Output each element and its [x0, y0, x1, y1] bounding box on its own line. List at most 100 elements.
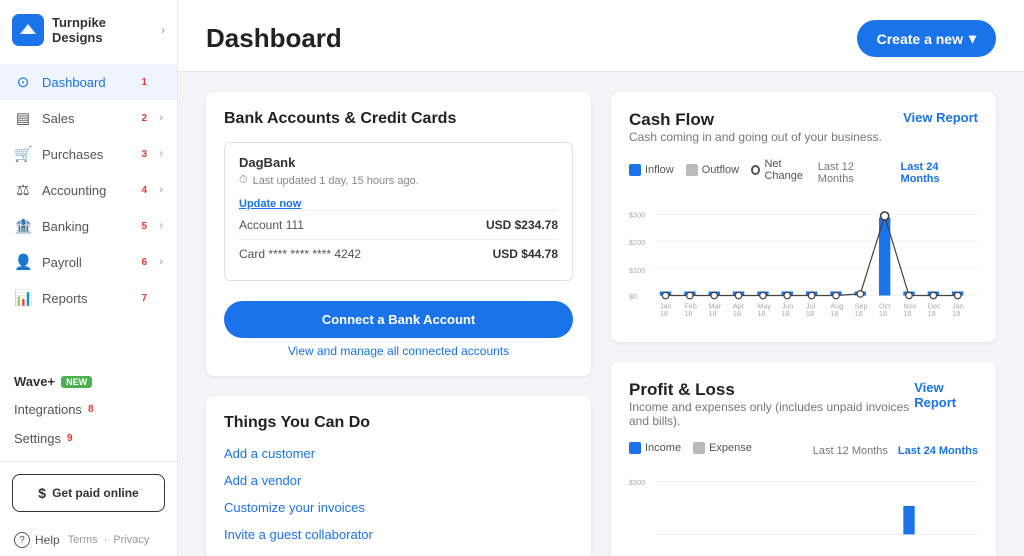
reports-icon: 📊 — [14, 289, 32, 307]
pl-12months[interactable]: Last 12 Months — [813, 445, 888, 457]
bank-name: DagBank — [239, 155, 558, 170]
pl-header: Profit & Loss Income and expenses only (… — [629, 380, 978, 436]
x-aug18-yr: 18 — [830, 309, 838, 318]
bank-accounts-title: Bank Accounts & Credit Cards — [224, 110, 573, 128]
sidebar-num-payroll: 6 — [141, 257, 147, 268]
dot-jun18 — [784, 292, 790, 298]
x-jan18-yr: 18 — [660, 309, 668, 318]
new-badge: NEW — [61, 376, 92, 388]
sales-icon: ▤ — [14, 109, 32, 127]
pl-view-report[interactable]: View Report — [914, 380, 978, 410]
things-title: Things You Can Do — [224, 414, 573, 432]
payroll-icon: 👤 — [14, 253, 32, 271]
get-paid-label: Get paid online — [52, 486, 139, 500]
brand-name: Turnpike Designs — [52, 15, 153, 45]
x-apr18-yr: 18 — [733, 309, 741, 318]
sidebar-num-reports: 7 — [141, 293, 147, 304]
cashflow-12months[interactable]: Last 12 Months — [818, 161, 891, 185]
sidebar-label-sales: Sales — [42, 111, 149, 126]
x-dec18-yr: 18 — [928, 309, 936, 318]
sidebar-item-settings[interactable]: Settings 9 — [14, 424, 163, 453]
bank-accounts-card: Bank Accounts & Credit Cards DagBank ⏱ L… — [206, 92, 591, 376]
manage-accounts-link[interactable]: View and manage all connected accounts — [224, 344, 573, 358]
main-content-area: Dashboard Create a new ▾ Bank Accounts &… — [178, 0, 1024, 556]
sidebar-item-payroll[interactable]: 👤 Payroll 6 › — [0, 244, 177, 280]
sidebar-num-purchases: 3 — [141, 149, 147, 160]
wave-plus-item[interactable]: Wave+ NEW — [14, 368, 163, 395]
sidebar-item-dashboard[interactable]: ⊙ Dashboard 1 — [0, 64, 177, 100]
x-mar18-yr: 18 — [709, 309, 717, 318]
footer-dot: · — [104, 534, 108, 546]
dot-oct18 — [881, 212, 889, 220]
invite-collaborator-link[interactable]: Invite a guest collaborator — [224, 527, 573, 542]
connect-bank-button[interactable]: Connect a Bank Account — [224, 301, 573, 338]
accounting-chevron-icon: › — [159, 184, 163, 196]
terms-link[interactable]: Terms — [68, 534, 98, 546]
page-title: Dashboard — [206, 23, 342, 54]
pl-time-options: Last 12 Months Last 24 Months — [813, 445, 978, 457]
privacy-link[interactable]: Privacy — [113, 534, 149, 546]
pl-y-300: $300 — [629, 478, 645, 487]
sidebar-num-banking: 5 — [141, 221, 147, 232]
dot-feb18 — [687, 292, 693, 298]
cashflow-view-report[interactable]: View Report — [903, 110, 978, 125]
add-customer-link[interactable]: Add a customer — [224, 446, 573, 461]
brand-logo-area[interactable]: Turnpike Designs › — [0, 0, 177, 60]
sidebar-item-accounting[interactable]: ⚖ Accounting 4 › — [0, 172, 177, 208]
pl-24months[interactable]: Last 24 Months — [898, 445, 978, 457]
sidebar-footer: ? Help Terms · Privacy — [0, 524, 177, 556]
add-vendor-link[interactable]: Add a vendor — [224, 473, 573, 488]
sidebar-nav: ⊙ Dashboard 1 ▤ Sales 2 › 🛒 Purchases 3 … — [0, 60, 177, 360]
cashflow-header: Cash Flow Cash coming in and going out o… — [629, 110, 978, 152]
settings-num: 9 — [67, 433, 73, 444]
bank-entry-dagbank: DagBank ⏱ Last updated 1 day, 15 hours a… — [224, 142, 573, 281]
update-now-link[interactable]: Update now — [239, 198, 301, 210]
last-updated-text: Last updated 1 day, 15 hours ago. — [253, 175, 419, 187]
income-legend: Income — [629, 442, 681, 454]
card-4242-amount: USD $44.78 — [493, 247, 558, 261]
cashflow-24months[interactable]: Last 24 Months — [901, 161, 978, 185]
net-change-legend: Net Change — [751, 158, 818, 182]
connect-bank-label: Connect a Bank Account — [322, 312, 475, 327]
x-jul18-yr: 18 — [806, 309, 814, 318]
dot-apr18 — [735, 292, 741, 298]
left-column: Bank Accounts & Credit Cards DagBank ⏱ L… — [206, 92, 591, 556]
create-new-button[interactable]: Create a new ▾ — [857, 20, 996, 57]
expense-legend: Expense — [693, 442, 752, 454]
brand-icon — [12, 14, 44, 46]
x-nov18-yr: 18 — [903, 309, 911, 318]
inflow-dot — [629, 164, 641, 176]
card-4242-row: Card **** **** **** 4242 USD $44.78 — [239, 239, 558, 268]
sidebar-item-integrations[interactable]: Integrations 8 — [14, 395, 163, 424]
pl-svg: $300 — [629, 466, 978, 546]
dot-mar18 — [711, 292, 717, 298]
pl-legend: Income Expense — [629, 442, 752, 454]
sidebar: Turnpike Designs › ⊙ Dashboard 1 ▤ Sales… — [0, 0, 178, 556]
sidebar-bottom: $ Get paid online — [0, 461, 177, 524]
dot-sep18 — [857, 291, 863, 297]
y-0: $0 — [629, 292, 637, 301]
help-button[interactable]: ? Help — [14, 532, 60, 548]
sidebar-item-banking[interactable]: 🏦 Banking 5 › — [0, 208, 177, 244]
expense-label: Expense — [709, 442, 752, 454]
x-may18-yr: 18 — [757, 309, 765, 318]
cashflow-chart: $300 $200 $100 $0 — [629, 194, 978, 324]
sidebar-item-purchases[interactable]: 🛒 Purchases 3 › — [0, 136, 177, 172]
pl-bar-nov18 — [903, 506, 914, 534]
get-paid-button[interactable]: $ Get paid online — [12, 474, 165, 512]
customize-invoices-link[interactable]: Customize your invoices — [224, 500, 573, 515]
accounting-icon: ⚖ — [14, 181, 32, 199]
help-label: Help — [35, 533, 60, 547]
sidebar-item-sales[interactable]: ▤ Sales 2 › — [0, 100, 177, 136]
help-circle-icon: ? — [14, 532, 30, 548]
inflow-label: Inflow — [645, 164, 674, 176]
payroll-chevron-icon: › — [159, 256, 163, 268]
sidebar-item-reports[interactable]: 📊 Reports 7 — [0, 280, 177, 316]
outflow-dot — [686, 164, 698, 176]
x-jan19-yr: 19 — [952, 309, 960, 318]
sidebar-extras: Wave+ NEW Integrations 8 Settings 9 — [0, 360, 177, 461]
bank-meta: ⏱ Last updated 1 day, 15 hours ago. — [239, 174, 558, 187]
integrations-label: Integrations — [14, 402, 82, 417]
outflow-legend: Outflow — [686, 164, 739, 176]
income-dot — [629, 442, 641, 454]
